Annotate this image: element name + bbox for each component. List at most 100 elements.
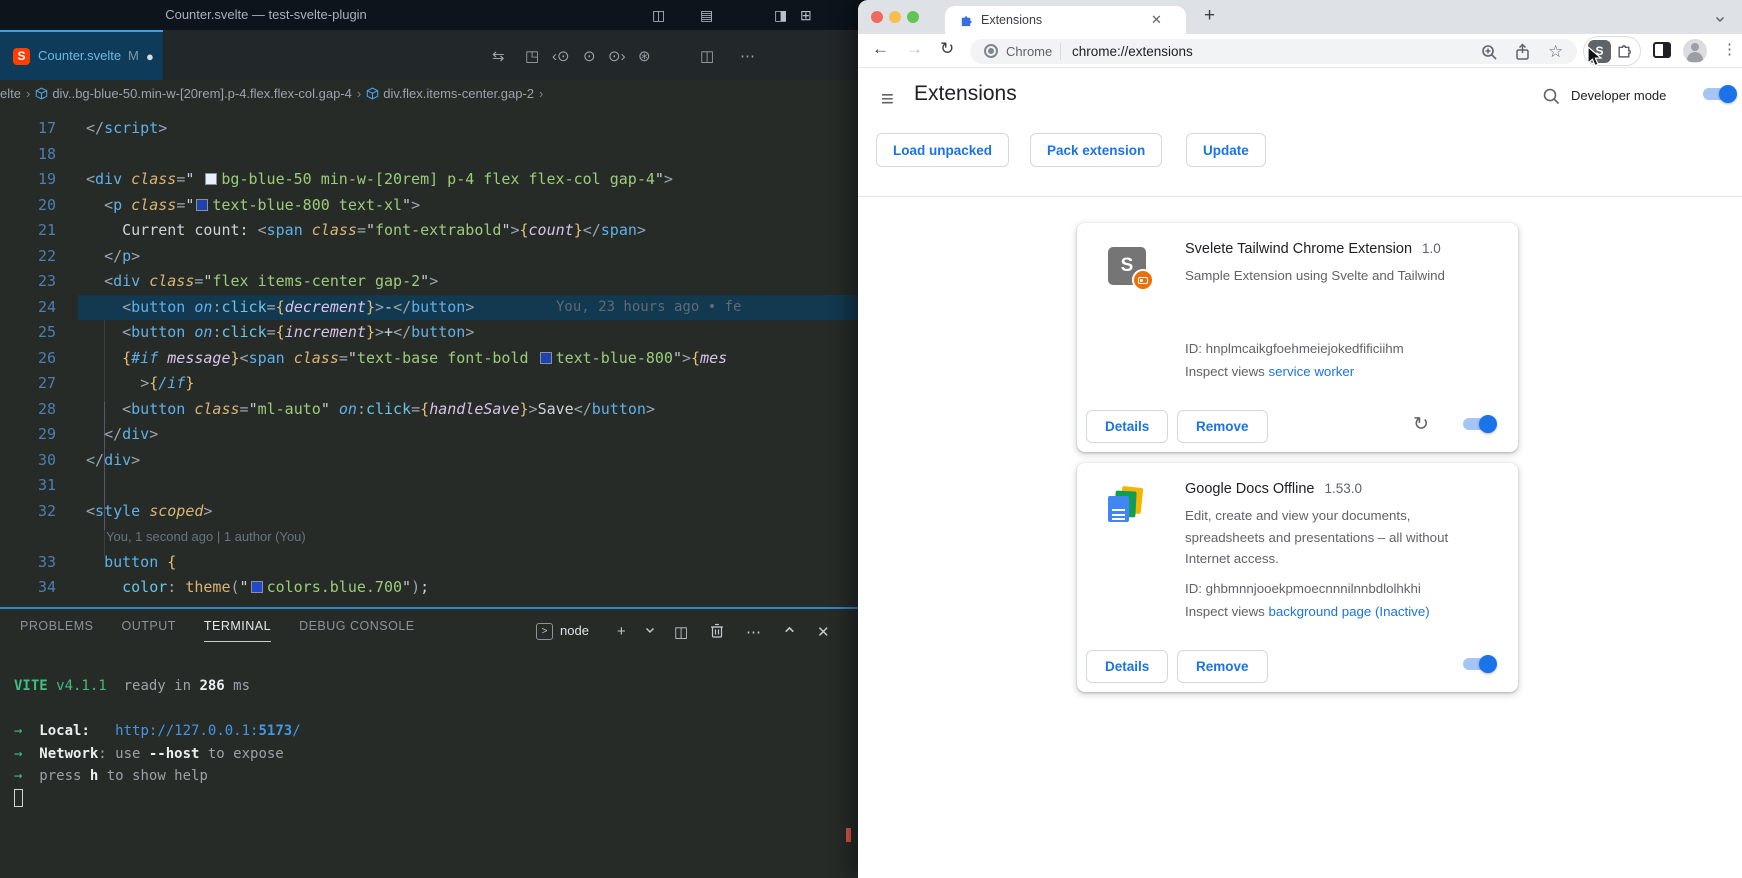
code-line[interactable]: 24 <button on:click={decrement}>-</butto…: [0, 295, 858, 321]
customize-layout-icon[interactable]: ⊞: [800, 6, 812, 24]
extensions-puzzle-icon[interactable]: [1616, 42, 1633, 64]
code-token: }: [574, 221, 583, 239]
breadcrumb-item[interactable]: elte: [0, 86, 21, 101]
more-terminal-icon[interactable]: ⋯: [746, 623, 761, 641]
code-line[interactable]: 18: [0, 142, 858, 168]
code-token: Save: [538, 400, 574, 418]
new-tab-button[interactable]: +: [1204, 5, 1215, 27]
page-menu-hamburger-icon[interactable]: ≡: [881, 86, 894, 112]
maximize-panel-icon[interactable]: [783, 623, 796, 640]
current-change-icon[interactable]: ⊙: [583, 47, 596, 65]
code-line[interactable]: 21 Current count: <span class="font-extr…: [0, 218, 858, 244]
run-icon[interactable]: ⊛: [638, 47, 651, 65]
terminal-dropdown-icon[interactable]: [644, 623, 656, 640]
url-text[interactable]: chrome://extensions: [1072, 44, 1193, 59]
back-button[interactable]: ←: [872, 39, 889, 59]
browser-tab-extensions[interactable]: Extensions ✕: [945, 6, 1186, 34]
code-line[interactable]: 23 <div class="flex items-center gap-2">: [0, 269, 858, 295]
remove-button[interactable]: Remove: [1177, 410, 1268, 443]
code-line[interactable]: 17</script>: [0, 116, 858, 142]
tab-title: Extensions: [981, 13, 1042, 27]
code-line[interactable]: 32<style scoped>: [0, 499, 858, 525]
panel-tab-problems[interactable]: PROBLEMS: [20, 619, 93, 642]
forward-button[interactable]: →: [906, 39, 923, 59]
reload-extension-icon[interactable]: ↻: [1413, 413, 1429, 436]
code-line[interactable]: 31: [0, 473, 858, 499]
browser-menu-kebab-icon[interactable]: ⋮: [1722, 40, 1737, 58]
code-token: script: [104, 119, 158, 137]
code-line[interactable]: 27 >{/if}: [0, 371, 858, 397]
panel-tab-debug-console[interactable]: DEBUG CONSOLE: [299, 619, 415, 642]
breadcrumb-item[interactable]: div..bg-blue-50.min-w-[20rem].p-4.flex.f…: [52, 86, 352, 101]
load-unpacked-button[interactable]: Load unpacked: [876, 133, 1009, 167]
code-line[interactable]: 25 <button on:click={increment}>+</butto…: [0, 320, 858, 346]
git-blame-line: You, 1 second ago | 1 author (You): [86, 529, 306, 544]
close-tab-icon[interactable]: ✕: [1151, 12, 1162, 28]
profile-avatar[interactable]: [1683, 39, 1707, 63]
extension-enabled-toggle[interactable]: [1463, 655, 1497, 673]
inspect-view-link[interactable]: service worker: [1269, 364, 1355, 379]
side-panel-icon[interactable]: [1653, 42, 1671, 58]
zoom-indicator-icon[interactable]: [1480, 43, 1498, 66]
compare-changes-icon[interactable]: ⇆: [492, 47, 505, 65]
code-line[interactable]: 30</div>: [0, 448, 858, 474]
code-line[interactable]: 34 color: theme("colors.blue.700");: [0, 575, 858, 601]
code-token: <: [240, 349, 249, 367]
next-change-icon[interactable]: ⊙›: [608, 47, 626, 65]
macos-close-button[interactable]: [871, 11, 883, 23]
code-line[interactable]: 20 <p class="text-blue-800 text-xl">: [0, 193, 858, 219]
editor-tab-counter-svelte[interactable]: S Counter.svelte M ●: [0, 30, 163, 80]
code-token: Current count:: [86, 221, 258, 239]
split-editor-icon[interactable]: ◫: [700, 47, 714, 65]
breadcrumb[interactable]: elte›div..bg-blue-50.min-w-[20rem].p-4.f…: [0, 80, 858, 108]
close-panel-icon[interactable]: ✕: [817, 623, 830, 641]
toggle-panel-icon[interactable]: ▤: [700, 6, 713, 24]
terminal-output[interactable]: VITE v4.1.1 ready in 286 ms → Local: htt…: [14, 675, 301, 810]
details-button[interactable]: Details: [1086, 410, 1168, 443]
previous-change-icon[interactable]: ‹⊙: [552, 47, 570, 65]
update-button[interactable]: Update: [1186, 133, 1266, 167]
toggle-secondary-sidebar-icon[interactable]: ◨: [774, 6, 787, 24]
line-number: 24: [0, 295, 56, 321]
code-line[interactable]: 22 </p>: [0, 244, 858, 270]
address-bar[interactable]: Chrome chrome://extensions ☆: [970, 39, 1577, 64]
split-terminal-icon[interactable]: ◫: [674, 623, 688, 641]
open-changes-icon[interactable]: ◳: [525, 47, 539, 65]
panel-tab-terminal[interactable]: TERMINAL: [204, 619, 271, 642]
vscode-titlebar[interactable]: Counter.svelte — test-svelte-plugin ◫▤◨⊞: [0, 0, 858, 30]
code-token: p: [113, 196, 122, 214]
code-token: ": [249, 400, 258, 418]
macos-zoom-button[interactable]: [907, 11, 919, 23]
extension-version: 1.53.0: [1325, 481, 1363, 496]
remove-button[interactable]: Remove: [1177, 650, 1268, 683]
code-line[interactable]: 33 button {: [0, 550, 858, 576]
share-icon[interactable]: [1514, 43, 1531, 66]
toggle-primary-sidebar-icon[interactable]: ◫: [652, 6, 665, 24]
code-token: [86, 374, 140, 392]
search-icon[interactable]: [1542, 87, 1560, 110]
code-line[interactable]: 28 <button class="ml-auto" on:click={han…: [0, 397, 858, 423]
new-terminal-icon[interactable]: +: [617, 623, 626, 640]
kill-terminal-icon[interactable]: [710, 623, 724, 642]
developer-mode-toggle[interactable]: [1703, 85, 1737, 103]
code-line[interactable]: 26 {#if message}<span class="text-base f…: [0, 346, 858, 372]
more-actions-icon[interactable]: ⋯: [740, 47, 755, 65]
terminal-shell-name[interactable]: node: [560, 623, 589, 638]
macos-minimize-button[interactable]: [889, 11, 901, 23]
breadcrumb-item[interactable]: div.flex.items-center.gap-2: [383, 86, 534, 101]
bookmark-star-icon[interactable]: ☆: [1548, 42, 1563, 62]
inspect-view-link[interactable]: background page (Inactive): [1269, 604, 1430, 619]
reload-button[interactable]: ↻: [940, 39, 954, 59]
code-line[interactable]: 29 </div>: [0, 422, 858, 448]
site-info-icon[interactable]: [984, 44, 998, 58]
code-line[interactable]: 19<div class=" bg-blue-50 min-w-[20rem] …: [0, 167, 858, 193]
pack-extension-button[interactable]: Pack extension: [1030, 133, 1162, 167]
code-editor[interactable]: 17</script>1819<div class=" bg-blue-50 m…: [0, 108, 858, 607]
extension-enabled-toggle[interactable]: [1463, 415, 1497, 433]
tab-search-chevron-icon[interactable]: [1714, 12, 1726, 30]
code-line[interactable]: You, 1 second ago | 1 author (You): [0, 524, 858, 550]
details-button[interactable]: Details: [1086, 650, 1168, 683]
code-token: [86, 272, 104, 290]
code-token: class: [194, 400, 239, 418]
panel-tab-output[interactable]: OUTPUT: [121, 619, 175, 642]
